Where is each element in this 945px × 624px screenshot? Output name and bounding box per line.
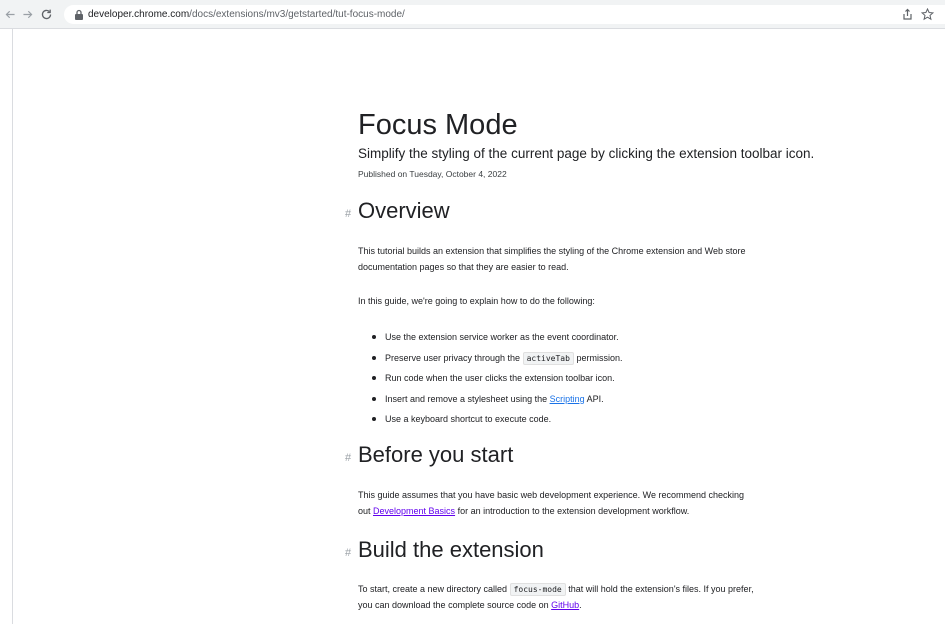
code-focus-mode: focus-mode <box>509 583 566 596</box>
build-text: To start, create a new directory called … <box>358 582 758 613</box>
url-host: developer.chrome.com <box>88 9 190 20</box>
list-item-text: Use the extension service worker as the … <box>385 332 619 342</box>
back-button[interactable] <box>2 6 18 22</box>
build-paragraph: To start, create a new directory called … <box>358 582 758 613</box>
list-item: Preserve user privacy through the active… <box>358 348 758 369</box>
bullet-icon <box>372 335 376 339</box>
development-basics-link[interactable]: Development Basics <box>373 506 455 516</box>
build-text-post: . <box>579 599 582 610</box>
heading-anchor-before-you-start[interactable]: # <box>345 451 351 465</box>
share-icon <box>903 8 912 20</box>
overview-text-2: In this guide, we're going to explain ho… <box>358 296 595 306</box>
heading-build-the-extension: Build the extension <box>358 537 544 562</box>
list-item: Insert and remove a stylesheet using the… <box>358 389 758 410</box>
overview-text-1: This tutorial builds an extension that s… <box>358 246 746 272</box>
list-item-text-post: API. <box>584 393 604 404</box>
heading-anchor-build-the-extension[interactable]: # <box>345 546 351 560</box>
before-text-post: for an introduction to the extension dev… <box>455 505 690 516</box>
arrow-right-icon <box>22 10 32 18</box>
heading-overview: Overview <box>358 198 450 223</box>
heading-anchor-overview[interactable]: # <box>345 207 351 221</box>
overview-paragraph-1: This tutorial builds an extension that s… <box>358 244 758 275</box>
github-link[interactable]: GitHub <box>551 600 579 610</box>
star-icon <box>920 7 935 21</box>
before-you-start-text: This guide assumes that you have basic w… <box>358 488 758 519</box>
page-subtitle: Simplify the styling of the current page… <box>358 146 815 161</box>
heading-before-you-start: Before you start <box>358 442 514 467</box>
page-title: Focus Mode <box>358 109 518 141</box>
bookmark-button[interactable] <box>920 7 935 21</box>
url-path: /docs/extensions/mv3/getstarted/tut-focu… <box>189 9 405 20</box>
list-item-text-post: permission. <box>573 352 623 363</box>
bullet-icon <box>372 376 376 380</box>
scripting-link[interactable]: Scripting <box>550 394 585 404</box>
address-bar[interactable]: developer.chrome.com/docs/extensions/mv3… <box>64 5 945 24</box>
url-text: developer.chrome.com/docs/extensions/mv3… <box>88 8 405 21</box>
list-item: Use the extension service worker as the … <box>358 327 758 348</box>
browser-toolbar: developer.chrome.com/docs/extensions/mv3… <box>0 0 945 29</box>
page-left-border <box>12 29 13 624</box>
list-item-text: Use a keyboard shortcut to execute code. <box>385 414 552 424</box>
before-you-start-paragraph: This guide assumes that you have basic w… <box>358 488 758 519</box>
overview-paragraph-2: In this guide, we're going to explain ho… <box>358 294 758 310</box>
list-item: Run code when the user clicks the extens… <box>358 368 758 389</box>
reload-icon <box>41 9 51 19</box>
build-text-pre: To start, create a new directory called <box>358 584 510 594</box>
bullet-icon <box>372 355 376 360</box>
list-item: Use a keyboard shortcut to execute code. <box>358 409 758 430</box>
list-item-text-pre: Preserve user privacy through the <box>385 352 523 363</box>
share-button[interactable] <box>901 8 914 21</box>
forward-button[interactable] <box>19 6 35 22</box>
published-date: Published on Tuesday, October 4, 2022 <box>358 169 507 179</box>
list-item-text: Run code when the user clicks the extens… <box>385 373 615 383</box>
arrow-left-icon <box>5 10 15 18</box>
bullet-icon <box>372 417 376 421</box>
overview-list: Use the extension service worker as the … <box>358 327 758 430</box>
code-activetab: activeTab <box>522 351 574 365</box>
lock-icon <box>75 9 83 20</box>
list-item-text-pre: Insert and remove a stylesheet using the <box>385 393 550 404</box>
reload-button[interactable] <box>38 6 54 22</box>
bullet-icon <box>372 396 376 401</box>
